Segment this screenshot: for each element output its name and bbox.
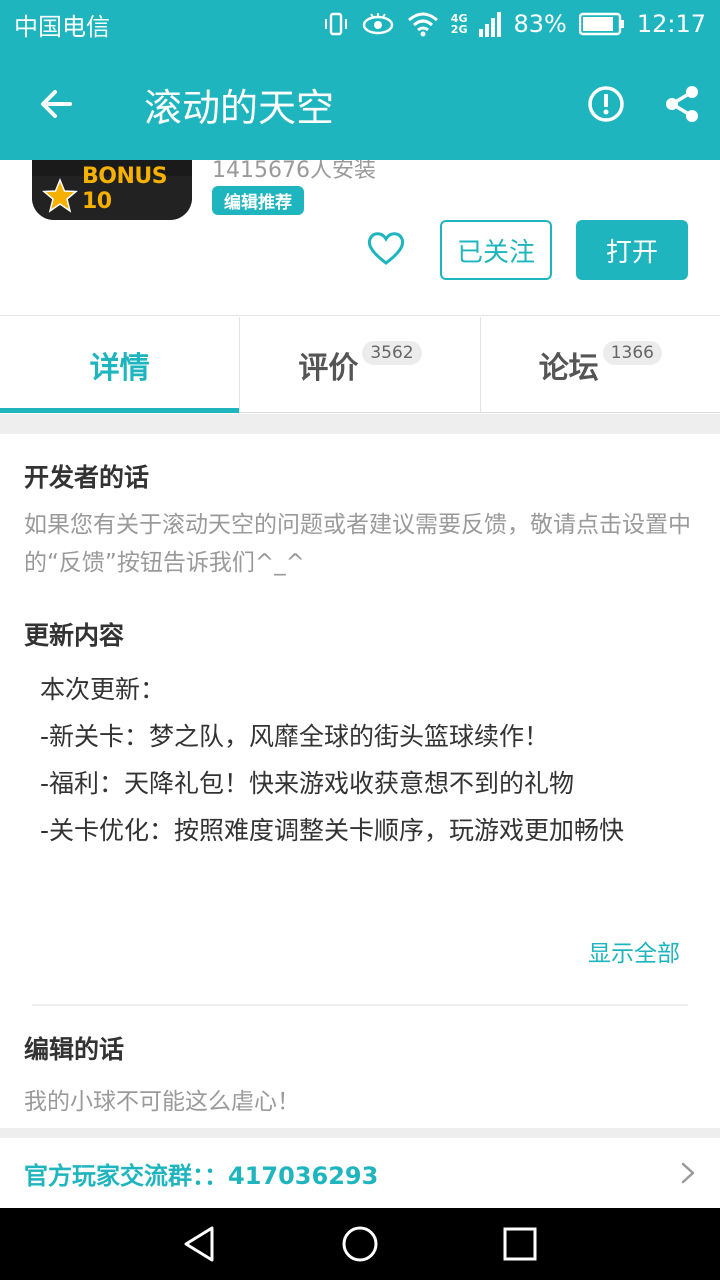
arrow-left-icon	[41, 90, 72, 118]
system-nav-bar	[0, 1208, 720, 1280]
app-bar: 滚动的天空	[0, 48, 720, 160]
forum-count-badge: 1366	[602, 340, 662, 365]
clock: 12:17	[636, 10, 706, 38]
battery-percent: 83%	[513, 10, 567, 38]
vibrate-icon	[324, 12, 347, 36]
eye-icon	[362, 13, 393, 35]
page-title: 滚动的天空	[144, 85, 335, 130]
section-gap	[0, 1128, 720, 1138]
editor-title: 编辑的话	[24, 1035, 125, 1064]
app-header: BONUS 10 1415676人安装 编辑推荐 已关注 打开	[0, 160, 720, 316]
network-bottom: 2G	[450, 23, 468, 36]
details-section: 开发者的话 如果您有关于滚动天空的问题或者建议需要反馈，敬请点击设置中的“反馈”…	[0, 434, 720, 1004]
carrier-label: 中国电信	[14, 12, 110, 41]
status-bar: 中国电信 4G 2G 83% 12:17	[0, 0, 720, 48]
share-icon	[666, 86, 698, 122]
tab-bar: 详情 评价 3562 论坛 1366	[0, 317, 720, 413]
editor-section: 编辑的话 我的小球不可能这么虐心！	[0, 1006, 720, 1128]
update-line: -新关卡：梦之队，风靡全球的街头篮球续作！	[40, 722, 550, 751]
alert-circle-icon	[588, 86, 624, 122]
chevron-right-icon	[681, 1162, 695, 1184]
app-icon: BONUS 10	[32, 160, 192, 220]
update-line: -福利：天降礼包！快来游戏收获意想不到的礼物	[40, 769, 575, 798]
network-type: 4G 2G	[451, 13, 468, 35]
back-button[interactable]	[0, 48, 112, 160]
star-icon	[42, 178, 78, 213]
developer-text: 如果您有关于滚动天空的问题或者建议需要反馈，敬请点击设置中的“反馈”按钮告诉我们…	[24, 512, 691, 576]
install-count: 1415676人安装	[212, 160, 376, 183]
follow-button[interactable]: 已关注	[440, 220, 552, 280]
tab-reviews[interactable]: 评价 3562	[240, 317, 481, 412]
nav-home-icon[interactable]	[340, 1224, 380, 1264]
update-line: 本次更新：	[40, 675, 166, 704]
app-icon-label: BONUS 10	[82, 164, 168, 214]
player-group-label: 官方玩家交流群：：417036293	[24, 1161, 379, 1190]
update-content: 本次更新： -新关卡：梦之队，风靡全球的街头篮球续作！ -福利：天降礼包！快来游…	[40, 666, 680, 854]
section-gap	[0, 414, 720, 434]
editor-text: 我的小球不可能这么虐心！	[24, 1089, 300, 1115]
tab-label: 评价	[298, 350, 359, 386]
review-count-badge: 3562	[362, 340, 422, 365]
developer-title: 开发者的话	[24, 463, 150, 492]
tab-label: 论坛	[538, 350, 599, 386]
editor-pick-badge: 编辑推荐	[212, 186, 304, 215]
favorite-button[interactable]	[366, 230, 406, 270]
nav-back-icon[interactable]	[180, 1224, 220, 1264]
player-group-row[interactable]: 官方玩家交流群：：417036293	[0, 1138, 720, 1208]
show-all-link[interactable]: 显示全部	[588, 934, 680, 968]
battery-icon	[578, 12, 624, 36]
tab-forum[interactable]: 论坛 1366	[481, 317, 720, 412]
open-button[interactable]: 打开	[576, 220, 688, 280]
wifi-icon	[407, 12, 438, 37]
report-button[interactable]	[568, 48, 644, 160]
update-title: 更新内容	[24, 621, 125, 650]
heart-icon	[367, 232, 405, 265]
tab-label: 详情	[89, 350, 150, 386]
nav-recents-icon[interactable]	[500, 1224, 540, 1264]
share-button[interactable]	[644, 48, 720, 160]
update-line: -关卡优化：按照难度调整关卡顺序，玩游戏更加畅快	[40, 816, 625, 845]
signal-icon	[479, 12, 502, 37]
tab-details[interactable]: 详情	[0, 317, 241, 413]
